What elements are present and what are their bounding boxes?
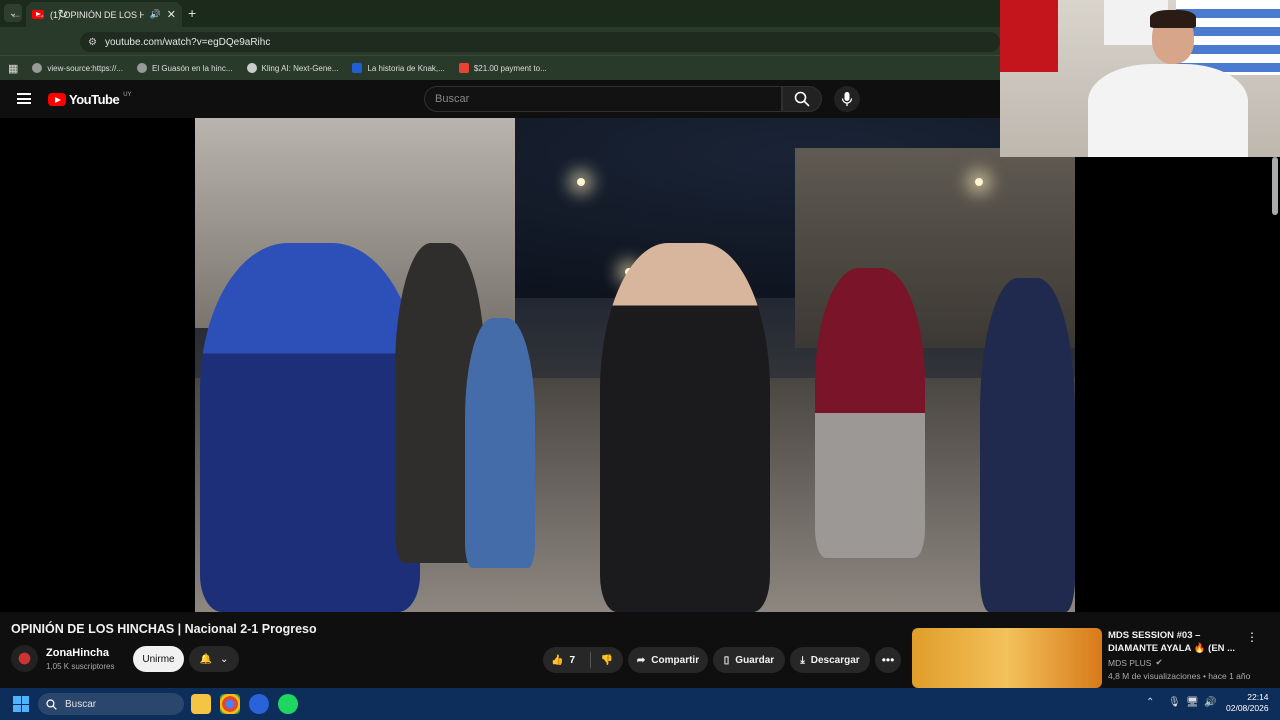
bookmark-item[interactable]: Kling AI: Next-Gene... — [246, 63, 338, 73]
subscriber-count: 1,05 K suscriptores — [46, 662, 115, 671]
webcam-person-hair — [1150, 10, 1196, 28]
search-icon — [794, 91, 810, 107]
recommended-thumbnail[interactable] — [912, 628, 1102, 688]
more-actions-button[interactable]: ••• — [875, 647, 901, 673]
clock-time: 22:14 — [1247, 692, 1269, 702]
spotify-icon[interactable] — [278, 694, 298, 714]
gmail-icon — [458, 63, 469, 73]
video-scene-lamp — [577, 178, 585, 186]
like-button[interactable]: 👍 7 — [543, 652, 591, 668]
bookmark-item[interactable]: El Guasón en la hinc... — [137, 63, 233, 73]
chrome-icon[interactable] — [220, 694, 240, 714]
join-button[interactable]: Unirme — [133, 646, 184, 672]
region-code: UY — [123, 92, 132, 98]
network-icon[interactable]: 🖥 — [1186, 697, 1199, 708]
browser-tab-active[interactable]: (1) OPINIÓN DE LOS HINCHAS 🔊 ✕ — [26, 2, 182, 27]
channel-avatar[interactable] — [11, 645, 38, 672]
video-scene-fan-center — [600, 243, 770, 612]
ea-app-icon[interactable] — [249, 694, 269, 714]
bookmark-icon: ▯ — [723, 654, 730, 666]
video-scene-fan — [465, 318, 535, 568]
voice-search-button[interactable] — [834, 86, 860, 112]
download-button[interactable]: ⤓ Descargar — [790, 647, 870, 673]
globe-icon — [32, 63, 43, 73]
notifications-button[interactable]: 🔔 ⌄ — [189, 646, 239, 672]
taskbar-search-input[interactable]: Buscar — [38, 693, 184, 715]
volume-icon[interactable]: 🔊 — [1204, 697, 1216, 708]
file-explorer-icon[interactable] — [191, 694, 211, 714]
video-scene-fan-blue-jacket — [200, 243, 420, 612]
like-dislike-group: 👍 7 👎 — [543, 647, 623, 673]
close-tab-icon[interactable]: ✕ — [167, 8, 176, 21]
url-field[interactable]: ⚙ youtube.com/watch?v=egDQe9aRihc — [80, 32, 1000, 52]
bookmark-item[interactable]: La historia de Knak,... — [352, 63, 445, 73]
channel-name[interactable]: ZonaHincha — [46, 647, 109, 659]
thumbs-down-icon: 👎 — [600, 654, 614, 666]
microphone-icon — [841, 92, 853, 106]
webcam-person-body — [1088, 64, 1248, 157]
speaker-icon[interactable]: 🔊 — [150, 9, 161, 20]
bookmark-item[interactable]: view-source:https://... — [32, 63, 123, 73]
video-scene-lamp — [975, 178, 983, 186]
menu-icon[interactable] — [17, 93, 31, 104]
thumbs-up-icon: 👍 — [551, 654, 564, 666]
video-title: OPINIÓN DE LOS HINCHAS | Nacional 2-1 Pr… — [11, 622, 317, 636]
like-count: 7 — [569, 654, 576, 666]
download-icon: ⤓ — [800, 654, 805, 666]
search-button[interactable] — [782, 86, 822, 112]
site-favicon-icon — [352, 63, 363, 73]
share-button[interactable]: ➦ Compartir — [628, 647, 708, 673]
video-scene-fan — [815, 268, 925, 558]
verified-icon: ✔ — [1155, 657, 1163, 667]
more-icon: ••• — [881, 653, 895, 667]
youtube-play-icon — [48, 93, 66, 106]
search-icon — [46, 698, 57, 710]
back-icon[interactable]: ← — [10, 7, 22, 21]
page-scrollbar[interactable] — [1272, 157, 1278, 215]
tray-chevron-icon[interactable]: ⌃ — [1146, 697, 1154, 708]
recommended-title[interactable]: MDS SESSION #03 – DIAMANTE AYALA 🔥 (EN .… — [1108, 629, 1238, 655]
webcam-red-shirt — [1000, 0, 1058, 72]
windows-start-icon[interactable] — [13, 696, 29, 712]
recommended-menu-icon[interactable]: ⋮ — [1246, 630, 1258, 644]
bell-icon: 🔔 — [199, 653, 213, 665]
chevron-down-icon: ⌄ — [220, 653, 229, 665]
search-input[interactable]: Buscar — [424, 86, 782, 112]
youtube-logo[interactable]: YouTube UY — [48, 92, 132, 107]
recommended-channel[interactable]: MDS PLUS ✔ — [1108, 657, 1163, 668]
clock-date: 02/08/2026 — [1226, 703, 1269, 713]
save-button[interactable]: ▯ Guardar — [713, 647, 785, 673]
reload-icon[interactable]: ↻ — [58, 7, 68, 21]
taskbar-clock[interactable]: 22:14 02/08/2026 — [1226, 692, 1269, 714]
globe-icon — [137, 63, 147, 73]
dislike-button[interactable]: 👎 — [591, 655, 623, 666]
new-tab-button[interactable]: + — [188, 5, 196, 21]
recommended-meta: 4,8 M de visualizaciones • hace 1 año — [1108, 671, 1251, 681]
forward-icon[interactable]: → — [34, 7, 46, 21]
video-scene-fan — [980, 278, 1075, 612]
bookmark-item[interactable]: $21.00 payment to... — [458, 63, 547, 73]
kling-icon — [246, 63, 257, 73]
site-info-icon[interactable]: ⚙ — [88, 37, 97, 48]
tray-mic-icon[interactable]: 🎙 — [1168, 697, 1181, 708]
webcam-overlay — [1000, 0, 1280, 157]
url-text: youtube.com/watch?v=egDQe9aRihc — [104, 36, 271, 48]
share-icon: ➦ — [636, 654, 646, 666]
apps-grid-icon[interactable]: ▦ — [8, 62, 18, 75]
video-frame[interactable] — [195, 118, 1075, 612]
